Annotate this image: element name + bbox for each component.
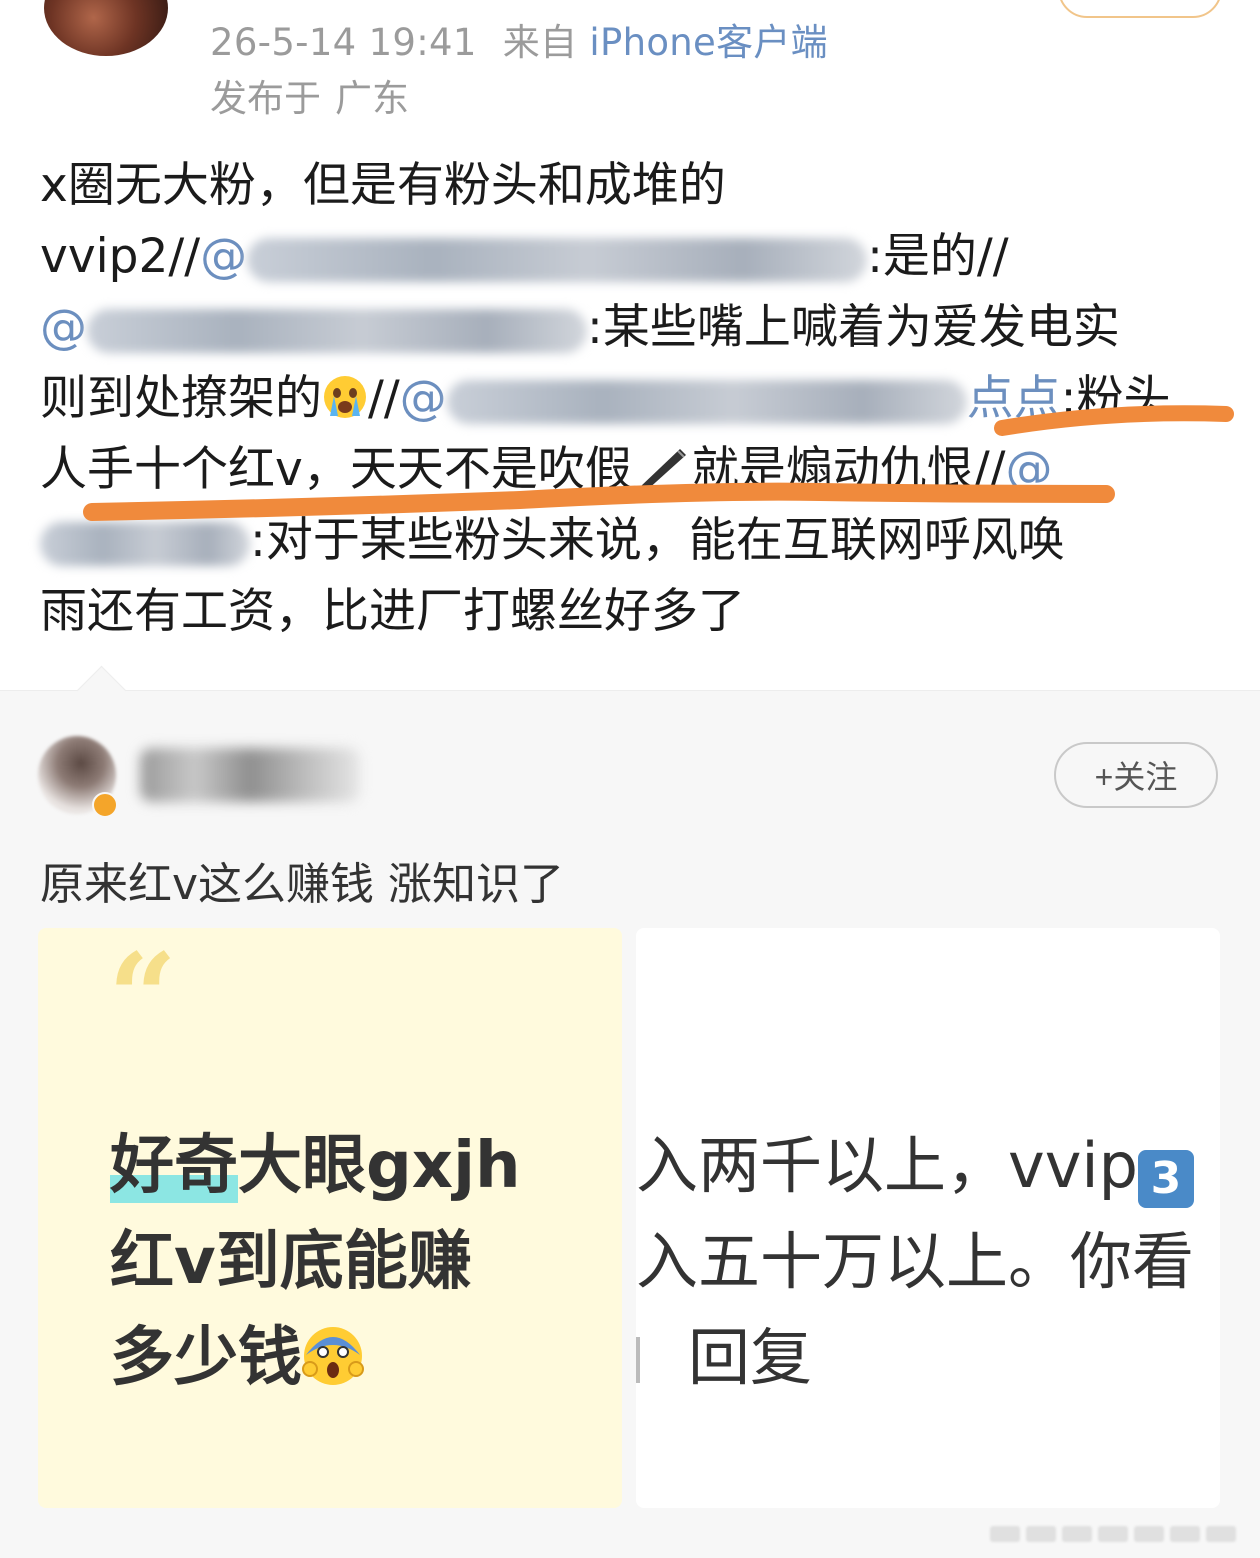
- card-left-line-2: 红v到底能赚: [110, 1225, 472, 1299]
- follow-button[interactable]: +关注: [1054, 742, 1218, 808]
- card-right-line-2: 入五十万以上。你看: [636, 1225, 1195, 1298]
- post-meta: 26-5-14 19:41 来自 iPhone客户端: [210, 12, 828, 66]
- divider: [636, 1337, 640, 1383]
- post-source-prefix: 来自: [502, 21, 578, 64]
- mention-link[interactable]: @ 点点: [400, 371, 1061, 426]
- screaming-face-emoji: [302, 1318, 364, 1385]
- card-right-line-1-text: 入两千以上，vvip: [636, 1129, 1138, 1202]
- mention-at-sign[interactable]: @: [1006, 442, 1053, 497]
- author-follow-button[interactable]: [1058, 0, 1222, 18]
- commenter-name-blurred[interactable]: [140, 748, 360, 802]
- mention-link[interactable]: @: [40, 300, 587, 355]
- post-line-2: vvip2//@ :是的//: [40, 221, 1230, 292]
- crying-face-emoji: [322, 369, 368, 418]
- comment-text: 原来红v这么赚钱 涨知识了: [40, 859, 565, 910]
- mention-link[interactable]: [40, 513, 250, 568]
- post-text-4c: :粉头: [1060, 371, 1171, 426]
- post-line-6: :对于某些粉头来说，能在互联网呼风唤: [40, 505, 1230, 576]
- blurred-username: [247, 237, 868, 282]
- blurred-username: [446, 379, 967, 424]
- post-location-prefix: 发布于: [210, 77, 321, 120]
- card-left-line-1-rest: 大眼gxjh: [238, 1129, 521, 1203]
- post-line-3: @ :某些嘴上喊着为爱发电实: [40, 292, 1230, 363]
- card-right-line-1: 入两千以上，vvip 3: [636, 1118, 1194, 1214]
- quote-mark: “: [108, 928, 178, 1068]
- card-left-line-1: 好奇大眼gxjh: [110, 1118, 521, 1214]
- blurred-username: [40, 521, 250, 566]
- post-source-client[interactable]: iPhone客户端: [589, 21, 828, 64]
- mention-link[interactable]: @: [200, 229, 868, 284]
- post-text-2a: vvip2//: [40, 229, 201, 284]
- post-text-7: 雨还有工资，比进厂打螺丝好多了: [40, 584, 745, 639]
- post-text-1: x圈无大粉，但是有粉头和成堆的: [40, 158, 726, 213]
- post-text-4b: //: [368, 371, 400, 426]
- card-left-line-3: 多少钱: [110, 1310, 521, 1406]
- post-text-2b: :是的//: [867, 229, 1009, 284]
- post-text-4a: 则到处撩架的: [40, 371, 322, 426]
- post-location: 发布于 广东: [210, 68, 409, 122]
- post-location-value: 广东: [335, 77, 409, 120]
- post-text-5a: 人手十个红v，天天不是吹假: [40, 442, 632, 497]
- post-text-5b: 就是煽动仇恨//: [691, 442, 1006, 497]
- card-right-line-3: 回复: [636, 1310, 1194, 1406]
- post-text-6: :对于某些粉头来说，能在互联网呼风唤: [250, 513, 1065, 568]
- comment-image-left[interactable]: “ 好奇大眼gxjh 红v到底能赚 多少钱: [38, 928, 622, 1508]
- verified-badge-icon: [92, 792, 118, 818]
- post-text-3: :某些嘴上喊着为爱发电实: [587, 300, 1120, 355]
- mention-at-sign: @: [399, 371, 447, 426]
- card-left-text: 好奇大眼gxjh 红v到底能赚 多少钱: [110, 1118, 521, 1406]
- mention-tail: 点点: [966, 371, 1061, 426]
- pen-icon: [632, 442, 692, 492]
- post-body: x圈无大粉，但是有粉头和成堆的 vvip2//@:是的// @:某些嘴上喊着为爱…: [40, 150, 1230, 647]
- keycap-3-emoji: 3: [1137, 1150, 1194, 1208]
- card-left-line-3-text: 多少钱: [110, 1321, 302, 1395]
- comment-image-right[interactable]: 入两千以上，vvip 3 入五十万以上。你看 回复: [636, 928, 1220, 1508]
- post-timestamp: 26-5-14 19:41: [210, 21, 477, 64]
- card-right-text: 入两千以上，vvip 3 入五十万以上。你看 回复: [636, 1118, 1194, 1406]
- post-line-1: x圈无大粉，但是有粉头和成堆的: [40, 150, 1230, 221]
- mention-at-sign: @: [200, 229, 248, 284]
- reply-text: 回复: [688, 1321, 813, 1394]
- post-line-5: 人手十个红v，天天不是吹假 就是煽动仇恨//@: [40, 434, 1230, 505]
- post-line-4: 则到处撩架的 //@ 点点:粉头: [40, 363, 1230, 434]
- blurred-username: [87, 308, 587, 353]
- post-line-7: 雨还有工资，比进厂打螺丝好多了: [40, 576, 1230, 647]
- author-avatar[interactable]: [44, 0, 168, 56]
- highlighted-text: 好奇: [110, 1129, 238, 1203]
- watermark: [990, 1526, 1236, 1542]
- mention-at-sign: @: [40, 300, 87, 355]
